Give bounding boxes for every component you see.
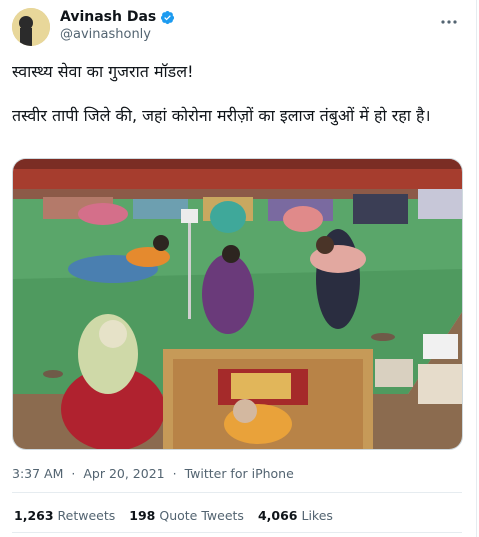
author-name-text: Avinash Das	[60, 9, 157, 25]
likes-stat[interactable]: 4,066 Likes	[258, 508, 333, 523]
tweet-date[interactable]: Apr 20, 2021	[83, 466, 164, 481]
tweet-time[interactable]: 3:37 AM	[12, 466, 63, 481]
more-options-icon[interactable]	[440, 10, 458, 29]
retweets-count: 1,263	[14, 508, 54, 523]
quote-tweets-count: 198	[129, 508, 156, 523]
tweet-card: Avinash Das @avinashonly स्वास्थ्य सेवा …	[0, 0, 477, 537]
divider	[12, 492, 462, 493]
tweet-source[interactable]: Twitter for iPhone	[185, 466, 294, 481]
divider	[12, 532, 462, 533]
author-handle[interactable]: @avinashonly	[60, 27, 151, 42]
tweet-timestamp: 3:37 AM · Apr 20, 2021 · Twitter for iPh…	[12, 466, 298, 481]
likes-count: 4,066	[257, 508, 298, 523]
meta-separator: ·	[172, 466, 177, 481]
likes-label: Likes	[301, 508, 333, 523]
quote-tweets-label: Quote Tweets	[159, 508, 244, 523]
author-name[interactable]: Avinash Das	[60, 9, 175, 25]
tweet-photo[interactable]	[12, 158, 463, 450]
meta-separator: ·	[71, 466, 76, 481]
tweet-stats: 1,263 Retweets 198 Quote Tweets 4,066 Likes	[14, 508, 333, 523]
retweets-stat[interactable]: 1,263 Retweets	[14, 508, 115, 523]
tweet-text-line1: स्वास्थ्य सेवा का गुजरात मॉडल!	[12, 62, 194, 81]
retweets-label: Retweets	[57, 508, 116, 523]
avatar[interactable]	[12, 8, 50, 46]
tweet-text-line2: तस्वीर तापी जिले की, जहां कोरोना मरीज़ों…	[12, 106, 431, 125]
quote-tweets-stat[interactable]: 198 Quote Tweets	[129, 508, 244, 523]
verified-badge-icon	[160, 10, 175, 25]
